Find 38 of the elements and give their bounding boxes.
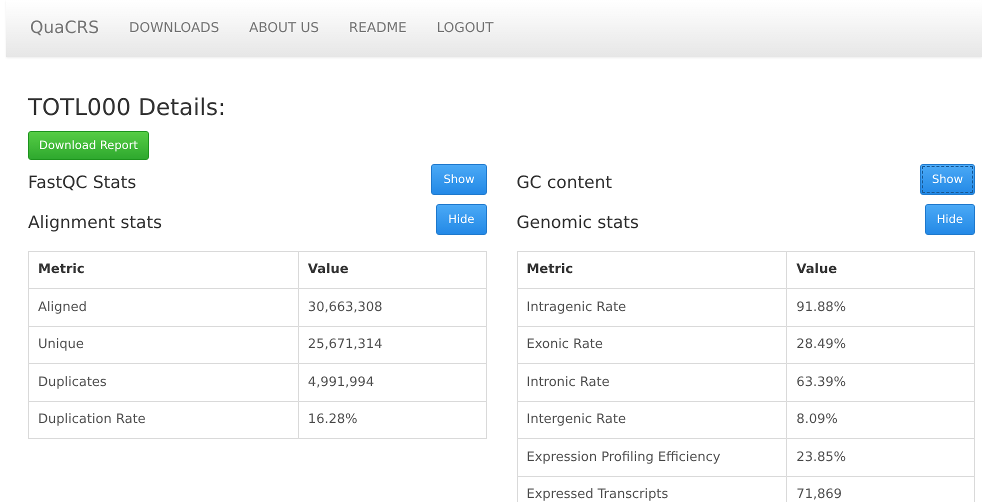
table-cell: Intronic Rate <box>517 364 787 402</box>
table-cell: 91.88% <box>786 288 974 326</box>
table-cell: 23.85% <box>786 438 974 476</box>
table-cell: 16.28% <box>298 401 486 439</box>
nav-link[interactable]: LOGOUT <box>436 18 494 39</box>
table-cell: 8.09% <box>786 401 974 439</box>
table-cell: Duplicates <box>28 364 298 402</box>
table-cell: 28.49% <box>786 326 974 364</box>
table-cell: 30,663,308 <box>298 288 486 326</box>
table-cell: Exonic Rate <box>517 326 787 364</box>
toggle-button[interactable]: Show <box>920 164 975 196</box>
nav-link[interactable]: DOWNLOADS <box>129 18 220 39</box>
table-cell: Unique <box>28 326 298 364</box>
table-cell: 4,991,994 <box>298 364 486 402</box>
table-cell: Intragenic Rate <box>517 288 787 326</box>
table-cell: 25,671,314 <box>298 326 486 364</box>
column-header: Metric <box>517 251 787 289</box>
table-cell: Expressed Transcripts <box>517 476 787 502</box>
table-cell: Duplication Rate <box>28 401 298 439</box>
section-heading: Genomic stats <box>516 212 639 236</box>
nav-link[interactable]: ABOUT US <box>249 18 319 39</box>
nav-link[interactable]: README <box>348 18 407 39</box>
table-cell: Intergenic Rate <box>517 401 787 439</box>
table-cell: Expression Profiling Efficiency <box>517 438 787 476</box>
section-heading: Alignment stats <box>28 212 162 236</box>
toggle-button[interactable]: Hide <box>436 204 486 236</box>
section-heading: FastQC Stats <box>28 172 136 196</box>
toggle-button[interactable]: Hide <box>924 204 975 236</box>
page-title: TOTL000 Details: <box>28 95 227 123</box>
section-heading: GC content <box>516 172 612 196</box>
table-cell: Aligned <box>28 288 298 326</box>
table-cell: 63.39% <box>786 364 974 402</box>
brand-link[interactable]: QuaCRS <box>30 16 100 42</box>
column-header: Metric <box>28 251 298 289</box>
column-header: Value <box>298 251 486 289</box>
download-report-button[interactable]: Download Report <box>28 130 149 160</box>
toggle-button[interactable]: Show <box>431 164 486 196</box>
column-header: Value <box>786 251 974 289</box>
